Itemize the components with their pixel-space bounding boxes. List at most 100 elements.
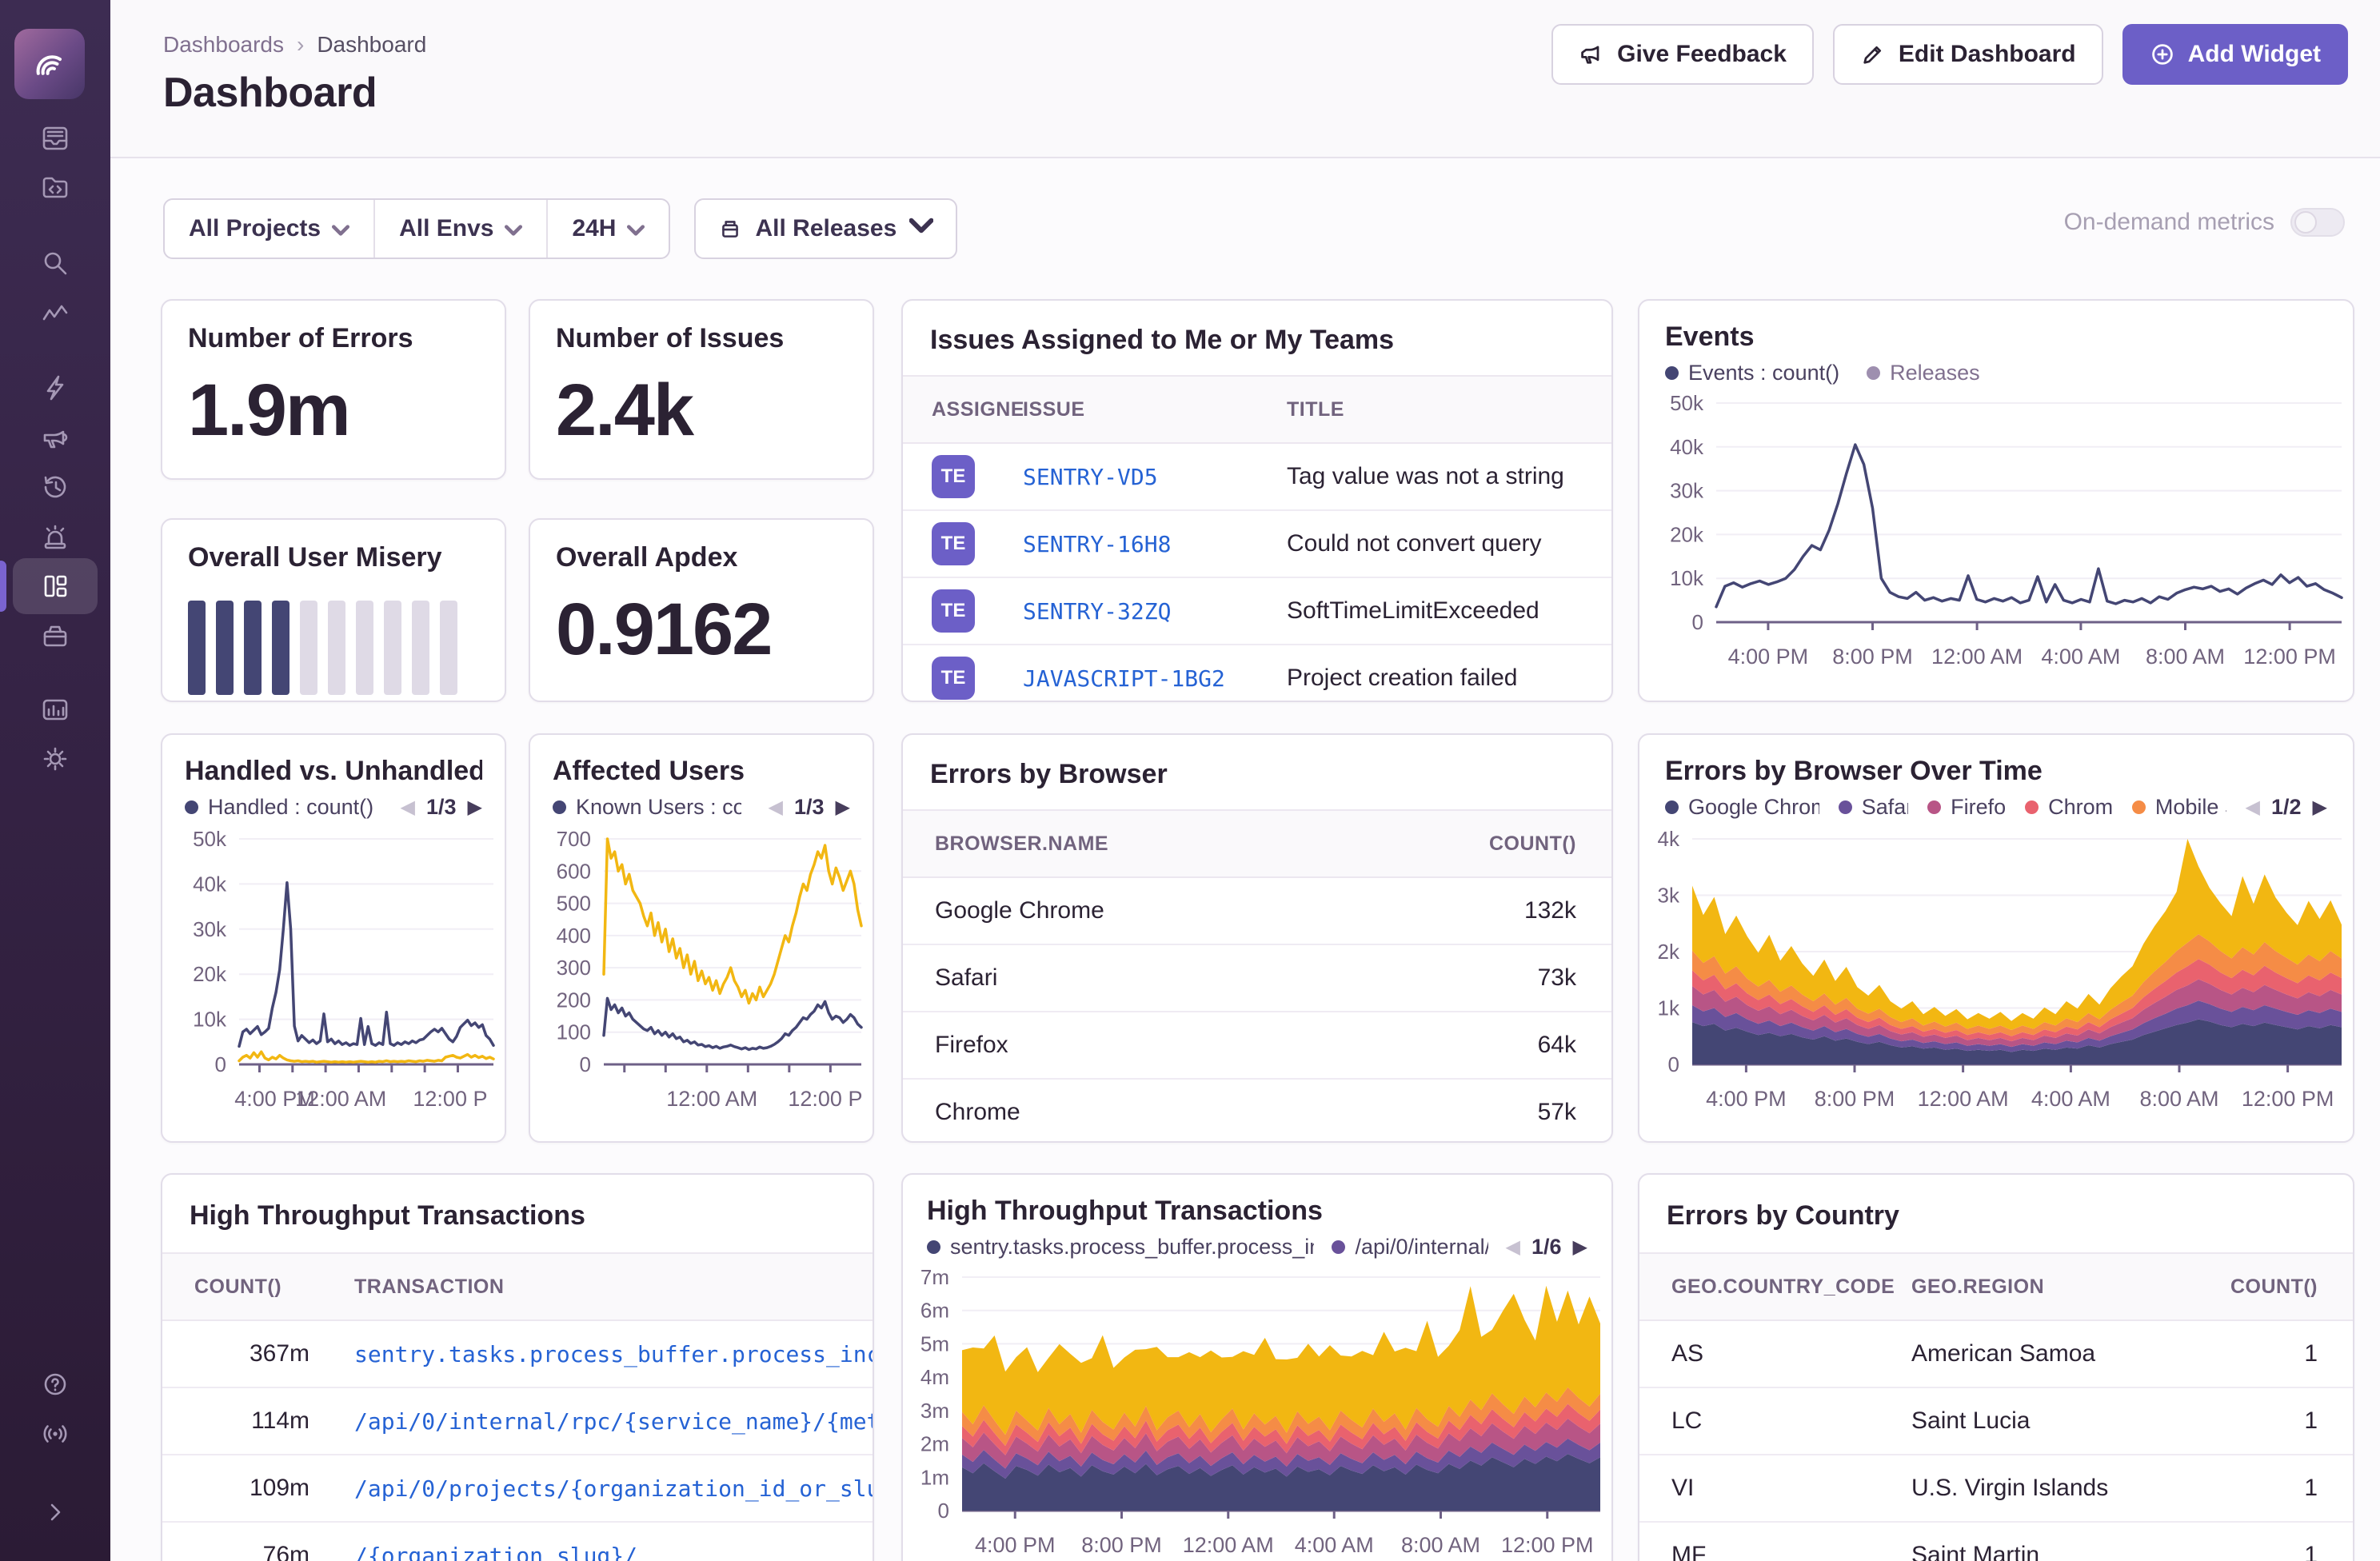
avatar: TE xyxy=(932,657,975,700)
svg-text:12:00 AM: 12:00 AM xyxy=(1931,645,2023,669)
svg-text:0: 0 xyxy=(580,1052,591,1076)
whats-new-icon[interactable] xyxy=(0,1409,110,1459)
project-filter[interactable]: All Projects xyxy=(165,200,373,258)
svg-text:8:00 PM: 8:00 PM xyxy=(1832,645,1913,669)
performance-icon[interactable] xyxy=(0,288,110,337)
ondemand-toggle[interactable] xyxy=(2290,208,2345,237)
table-row[interactable]: TE SENTRY-32ZQ SoftTimeLimitExceeded xyxy=(903,578,1611,645)
releases-filter[interactable]: All Releases xyxy=(694,198,957,259)
avatar: TE xyxy=(932,522,975,565)
widget-errors-by-browser: Errors by Browser BROWSER.NAME COUNT() G… xyxy=(901,733,1613,1143)
svg-text:100: 100 xyxy=(557,1020,591,1044)
svg-text:12:00 AM: 12:00 AM xyxy=(1918,1087,2009,1111)
replays-icon[interactable] xyxy=(0,462,110,512)
handled-line-chart: 010k20k30k40k50k4:00 PM12:00 AM12:00 P xyxy=(162,828,505,1122)
svg-text:8:00 PM: 8:00 PM xyxy=(1081,1533,1162,1557)
legend-pager: ◀ 1/2 ▶ xyxy=(2246,795,2327,820)
table-row: Firefox64k xyxy=(903,1012,1611,1080)
pager-next-icon[interactable]: ▶ xyxy=(1573,1236,1587,1259)
table-row: 76m /{organization_slug}/ xyxy=(162,1523,873,1561)
pager-prev-icon[interactable]: ◀ xyxy=(769,796,783,819)
pager-next-icon[interactable]: ▶ xyxy=(2313,796,2327,819)
legend-dot xyxy=(1665,800,1679,814)
table-row[interactable]: TE JAVASCRIPT-1BG2 Project creation fail… xyxy=(903,645,1611,702)
transaction-link[interactable]: /api/0/projects/{organization_id_or_slug… xyxy=(330,1475,873,1502)
issue-link[interactable]: SENTRY-32ZQ xyxy=(1023,598,1287,625)
collapse-sidebar-icon[interactable] xyxy=(0,1487,110,1537)
svg-text:12:00 PM: 12:00 PM xyxy=(2242,1087,2334,1111)
settings-gear-icon[interactable] xyxy=(0,734,110,784)
widget-high-throughput-table: High Throughput Transactions COUNT() TRA… xyxy=(161,1173,874,1561)
svg-text:4:00 AM: 4:00 AM xyxy=(2031,1087,2110,1111)
transaction-link[interactable]: /api/0/internal/rpc/{service_name}/{meth… xyxy=(330,1408,873,1435)
edit-dashboard-button[interactable]: Edit Dashboard xyxy=(1833,24,2103,85)
issue-link[interactable]: JAVASCRIPT-1BG2 xyxy=(1023,665,1287,692)
table-row: 109m /api/0/projects/{organization_id_or… xyxy=(162,1455,873,1523)
table-row[interactable]: TE SENTRY-VD5 Tag value was not a string xyxy=(903,444,1611,511)
releases-icon[interactable] xyxy=(0,611,110,661)
svg-text:12:00 P: 12:00 P xyxy=(413,1087,487,1111)
widget-title: Errors by Country xyxy=(1667,1200,2326,1232)
add-widget-button[interactable]: Add Widget xyxy=(2122,24,2348,85)
widget-title: Affected Users xyxy=(553,756,850,787)
projects-icon[interactable] xyxy=(0,163,110,213)
widget-high-throughput-chart: High Throughput Transactions sentry.task… xyxy=(901,1173,1613,1561)
environment-filter[interactable]: All Envs xyxy=(373,200,546,258)
stats-icon[interactable] xyxy=(0,685,110,734)
svg-text:400: 400 xyxy=(557,924,591,948)
pager-prev-icon[interactable]: ◀ xyxy=(1506,1236,1520,1259)
alerts-icon[interactable] xyxy=(0,512,110,561)
table-row: Chrome57k xyxy=(903,1080,1611,1143)
legend-pager: ◀ 1/6 ▶ xyxy=(1506,1235,1587,1260)
lightning-icon[interactable] xyxy=(0,363,110,413)
svg-text:2k: 2k xyxy=(1658,940,1680,964)
svg-text:1m: 1m xyxy=(920,1465,949,1489)
issue-link[interactable]: SENTRY-16H8 xyxy=(1023,531,1287,557)
legend-dot xyxy=(1332,1240,1345,1254)
user-feedback-icon[interactable] xyxy=(0,413,110,462)
widget-errors-by-browser-over-time: Errors by Browser Over Time Google Chrom… xyxy=(1638,733,2354,1143)
pager-prev-icon[interactable]: ◀ xyxy=(2246,796,2260,819)
svg-text:200: 200 xyxy=(557,988,591,1012)
widget-number-of-issues: Number of Issues 2.4k xyxy=(529,299,874,480)
transaction-link[interactable]: /{organization_slug}/ xyxy=(330,1543,873,1561)
give-feedback-button[interactable]: Give Feedback xyxy=(1551,24,1814,85)
table-row: 367m sentry.tasks.process_buffer.process… xyxy=(162,1321,873,1388)
legend-dot xyxy=(927,1240,940,1254)
legend-dot xyxy=(1927,800,1941,814)
chevron-down-icon xyxy=(627,215,645,242)
pager-next-icon[interactable]: ▶ xyxy=(468,796,482,819)
widget-title: Handled vs. Unhandled xyxy=(185,756,482,787)
breadcrumb-dashboards[interactable]: Dashboards xyxy=(163,32,284,58)
table-row[interactable]: TE SENTRY-16H8 Could not convert query xyxy=(903,511,1611,578)
widget-user-misery: Overall User Misery xyxy=(161,518,506,702)
chevron-down-icon xyxy=(505,215,522,242)
svg-text:30k: 30k xyxy=(1670,479,1704,503)
pager-prev-icon[interactable]: ◀ xyxy=(401,796,415,819)
svg-text:12:00 PM: 12:00 PM xyxy=(1501,1533,1594,1557)
chart-legend: Events : count() Releases xyxy=(1665,361,2327,385)
help-icon[interactable] xyxy=(0,1359,110,1409)
issues-icon[interactable] xyxy=(0,114,110,163)
svg-text:40k: 40k xyxy=(193,872,227,896)
dashboards-icon-selected[interactable] xyxy=(0,561,110,611)
chart-legend: Google Chrome Safari Firefox Chrome Mobi… xyxy=(1665,795,2327,820)
widget-handled-unhandled: Handled vs. Unhandled Handled : count() … xyxy=(161,733,506,1143)
date-range-filter[interactable]: 24H xyxy=(546,200,669,258)
sentry-logo-icon[interactable] xyxy=(14,29,85,99)
svg-text:4m: 4m xyxy=(920,1365,949,1389)
svg-text:7m: 7m xyxy=(920,1266,949,1289)
svg-text:4:00 AM: 4:00 AM xyxy=(1295,1533,1374,1557)
svg-text:0: 0 xyxy=(1668,1052,1679,1076)
avatar: TE xyxy=(932,589,975,633)
legend-dot xyxy=(2025,800,2039,814)
widget-title: Number of Issues xyxy=(556,323,847,354)
svg-text:10k: 10k xyxy=(1670,566,1704,590)
legend-pager: ◀ 1/3 ▶ xyxy=(769,795,850,820)
search-icon[interactable] xyxy=(0,238,110,288)
transaction-link[interactable]: sentry.tasks.process_buffer.process_incr xyxy=(330,1341,873,1367)
svg-text:2m: 2m xyxy=(920,1432,949,1456)
issue-link[interactable]: SENTRY-VD5 xyxy=(1023,464,1287,490)
pager-next-icon[interactable]: ▶ xyxy=(836,796,850,819)
dashboard-content: All Projects All Envs 24H All Releases O… xyxy=(110,158,2380,1561)
